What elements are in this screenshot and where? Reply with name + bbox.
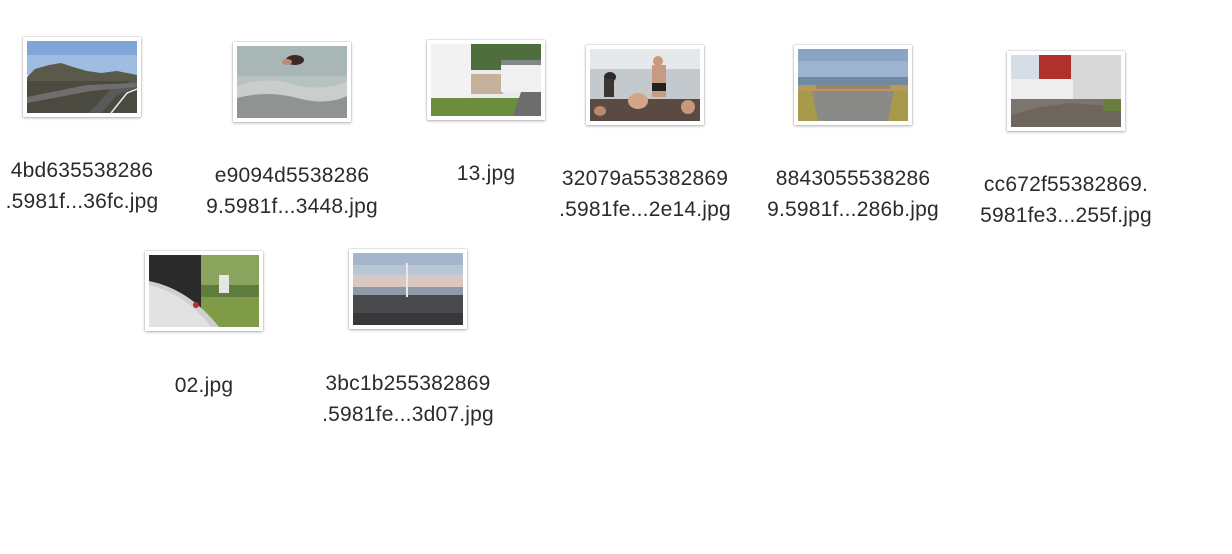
bathtub-garden-photo (149, 255, 259, 327)
beach-dusk-photo (353, 253, 463, 325)
file-icon-8843055538286[interactable]: 8843055538286 9.5981f...286b.jpg (753, 0, 953, 221)
file-icon-3bc1b255382869[interactable]: 3bc1b255382869 .5981fe...3d07.jpg (308, 0, 508, 426)
bathing-people-thumbnail[interactable] (586, 45, 704, 125)
file-name-label: 32079a55382869 .5981fe...2e14.jpg (559, 167, 731, 221)
red-building-photo (1011, 55, 1121, 127)
red-building-thumbnail[interactable] (1007, 51, 1125, 131)
seaside-promenade-photo (798, 49, 908, 121)
promenade-thumbnail[interactable] (794, 45, 912, 125)
file-icon-32079a55382869[interactable]: 32079a55382869 .5981fe...2e14.jpg (545, 0, 745, 221)
bathtub-thumbnail[interactable] (145, 251, 263, 331)
file-name-label: 3bc1b255382869 .5981fe...3d07.jpg (322, 372, 494, 426)
people-bathing-photo (590, 49, 700, 121)
file-icon-cc672f55382869[interactable]: cc672f55382869. 5981fe3...255f.jpg (966, 0, 1166, 227)
file-name-label: 8843055538286 9.5981f...286b.jpg (767, 167, 939, 221)
finder-icon-view: 4bd635538286 .5981f...36fc.jpg e9094d553… (0, 0, 1232, 554)
beach-thumbnail[interactable] (349, 249, 467, 329)
file-icon-02[interactable]: 02.jpg (104, 0, 304, 397)
file-name-label: cc672f55382869. 5981fe3...255f.jpg (980, 173, 1152, 227)
file-name-label: 02.jpg (174, 374, 234, 397)
